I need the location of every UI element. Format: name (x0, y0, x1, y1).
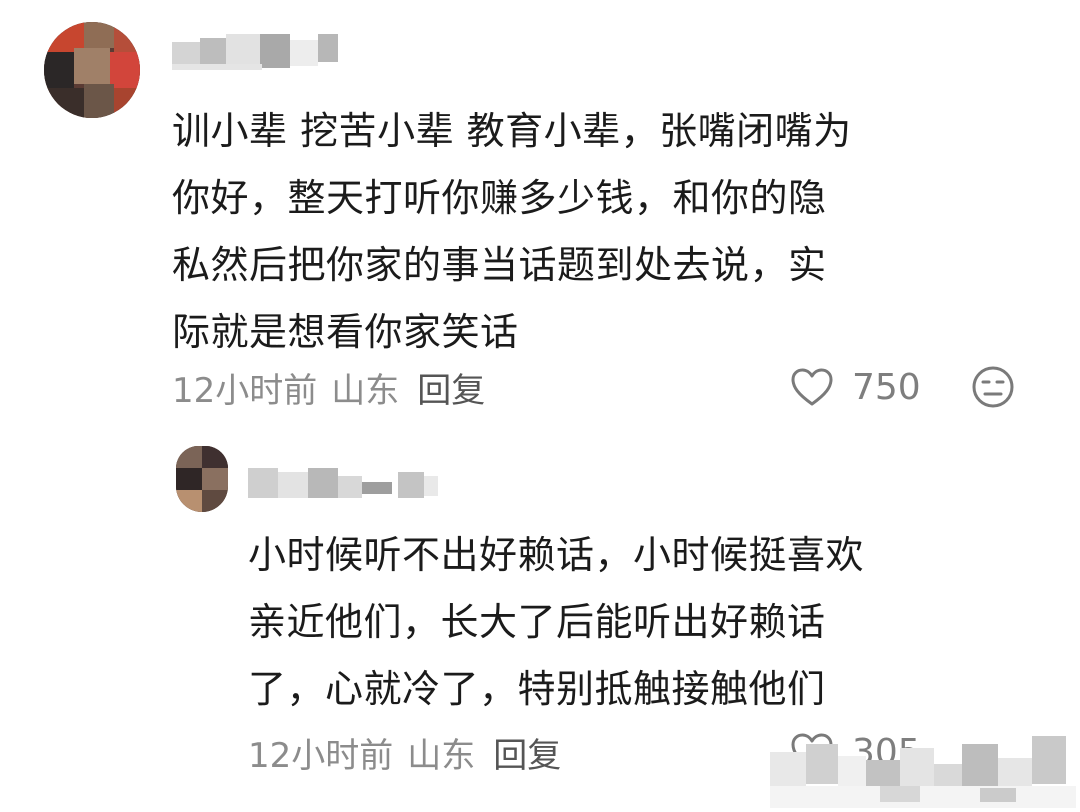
avatar-image (44, 22, 140, 118)
username-pixelation (172, 34, 338, 70)
username-blurred[interactable] (172, 34, 362, 72)
heart-outline-icon (791, 368, 833, 406)
like-count: 750 (852, 366, 921, 408)
comment-text: 小时候听不出好赖话，小时候挺喜欢 亲近他们，长大了后能听出好赖话 了，心就冷了，… (248, 522, 1048, 723)
comment-line: 私然后把你家的事当话题到处去说，实 (172, 243, 827, 287)
comment-line: 训小辈 挖苦小辈 教育小辈，张嘴闭嘴为 (172, 109, 852, 153)
reply-button[interactable]: 回复 (417, 363, 485, 412)
dislike-button[interactable] (970, 364, 1016, 410)
comment-text: 训小辈 挖苦小辈 教育小辈，张嘴闭嘴为 你好，整天打听你赚多少钱，和你的隐 私然… (172, 98, 1032, 366)
comment-line: 你好，整天打听你赚多少钱，和你的隐 (172, 176, 827, 220)
comment-time: 12小时前 (248, 735, 394, 776)
avatar[interactable] (176, 446, 228, 512)
neutral-face-icon (972, 366, 1014, 408)
pixelation-overlay (770, 730, 1076, 808)
comment-meta: 12小时前 山东 回复 (172, 362, 485, 412)
comment-line: 际就是想看你家笑话 (172, 310, 519, 354)
comment-line: 了，心就冷了，特别抵触接触他们 (248, 667, 826, 711)
pixelation-image (770, 736, 1076, 808)
like-button[interactable]: 750 (790, 362, 921, 412)
comment-location: 山东 (407, 735, 476, 776)
username-pixelation (248, 468, 438, 498)
comment-meta: 12小时前 山东 回复 (248, 727, 561, 777)
avatar[interactable] (44, 22, 140, 118)
comment-line: 小时候听不出好赖话，小时候挺喜欢 (248, 533, 865, 577)
comment-location: 山东 (331, 370, 400, 411)
username-blurred[interactable] (248, 466, 448, 502)
reply-button[interactable]: 回复 (493, 728, 561, 777)
comment-time: 12小时前 (172, 370, 318, 411)
comment-line: 亲近他们，长大了后能听出好赖话 (248, 600, 826, 644)
avatar-image (176, 446, 228, 512)
